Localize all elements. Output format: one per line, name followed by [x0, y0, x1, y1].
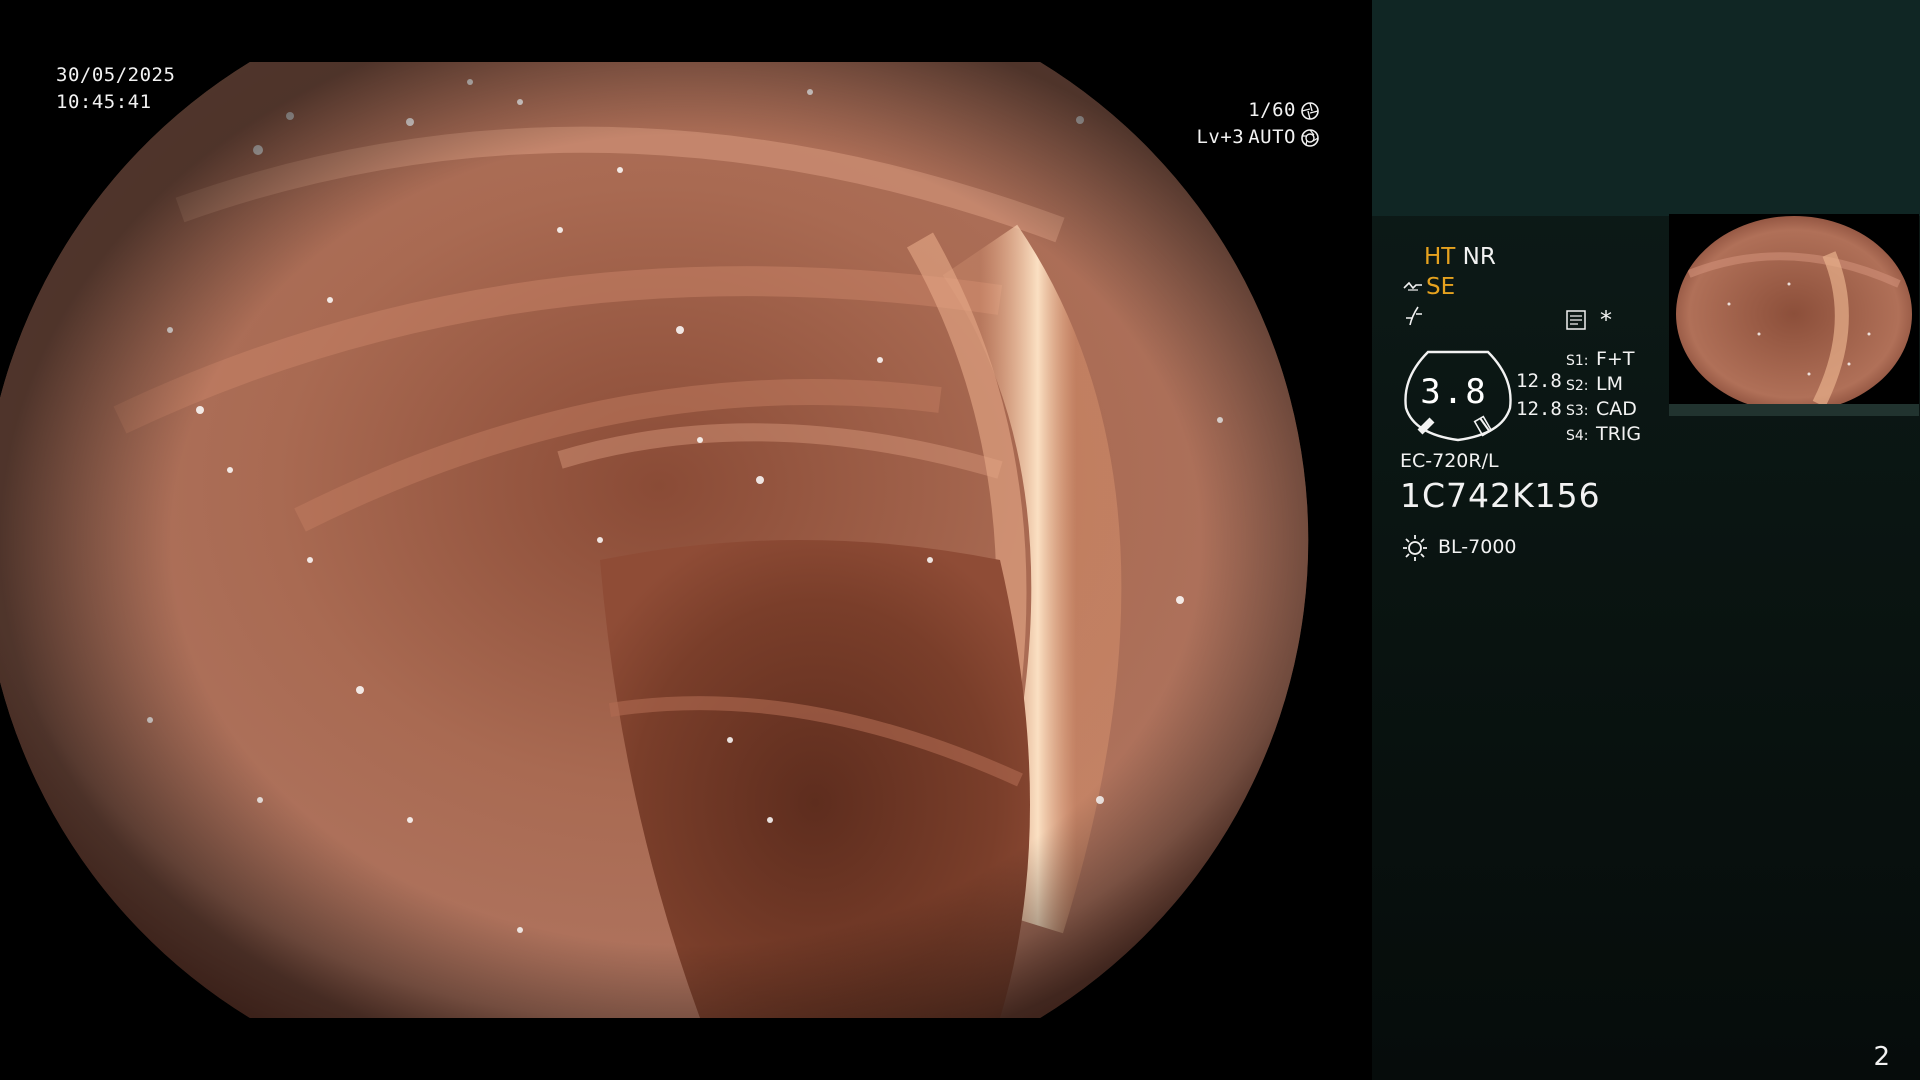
- enhancement-icon: [1406, 306, 1422, 326]
- switch-value: LM: [1596, 373, 1623, 395]
- star-marker: *: [1600, 306, 1612, 334]
- page-number: 2: [1873, 1042, 1890, 1072]
- ht-nr-row: HT NR: [1424, 244, 1496, 270]
- panel-header: [1372, 0, 1920, 216]
- switch-key: S4:: [1566, 428, 1589, 444]
- time-text: 10:45:41: [56, 91, 152, 113]
- switch-item: S3: CAD: [1566, 398, 1641, 423]
- light-source-row: BL-7000: [1400, 532, 1517, 562]
- gauge-reading-b: 12.8: [1516, 398, 1562, 420]
- exposure-display: 1/60 Lv+3 AUTO: [1196, 97, 1320, 151]
- switch-item: S2: LM: [1566, 373, 1641, 398]
- thumbnail-info-bar: [1669, 404, 1919, 416]
- shutter-icon: [1301, 101, 1319, 120]
- endoscopic-image: [0, 62, 1309, 1018]
- scope-serial: 1C742K156: [1400, 476, 1601, 515]
- switch-key: S1:: [1566, 353, 1589, 369]
- switch-value: CAD: [1596, 398, 1637, 420]
- switch-key: S2:: [1566, 378, 1589, 394]
- switch-item: S1: F+T: [1566, 348, 1641, 373]
- endoscopic-view: 30/05/2025 10:45:41 1/60 Lv+3 AUTO: [0, 0, 1372, 1080]
- gauge-value: 3.8: [1420, 372, 1488, 412]
- switch-value: TRIG: [1596, 423, 1642, 445]
- nr-label: NR: [1462, 244, 1496, 270]
- switch-key: S3:: [1566, 403, 1589, 419]
- light-source-icon: [1403, 535, 1427, 561]
- memory-icon: [1566, 310, 1586, 330]
- thumbnail-preview: [1669, 214, 1919, 414]
- gauge-reading-a: 12.8: [1516, 370, 1562, 392]
- se-row: SE: [1402, 274, 1455, 300]
- ht-label: HT: [1424, 244, 1456, 270]
- date-text: 30/05/2025: [56, 64, 176, 86]
- switch-list: S1: F+T S2: LM S3: CAD S4: TRIG: [1566, 348, 1641, 448]
- brightness-level-text: Lv+3: [1196, 126, 1245, 148]
- iris-icon: [1301, 128, 1319, 147]
- iris-mode-text: AUTO: [1248, 126, 1296, 148]
- switch-item: S4: TRIG: [1566, 423, 1641, 448]
- structure-enhance-icon: [1403, 281, 1422, 291]
- datetime-display: 30/05/2025 10:45:41: [56, 62, 175, 116]
- switch-value: F+T: [1596, 348, 1635, 370]
- se-label: SE: [1426, 274, 1456, 300]
- light-source-text: BL-7000: [1438, 536, 1517, 558]
- thumbnail-image: [1676, 216, 1912, 412]
- scope-model: EC-720R/L: [1400, 450, 1499, 472]
- status-panel: HT NR SE * 3.8 12.8 12.8 S1: F+T S2: LM: [1372, 0, 1920, 1080]
- shutter-speed-text: 1/60: [1248, 99, 1296, 121]
